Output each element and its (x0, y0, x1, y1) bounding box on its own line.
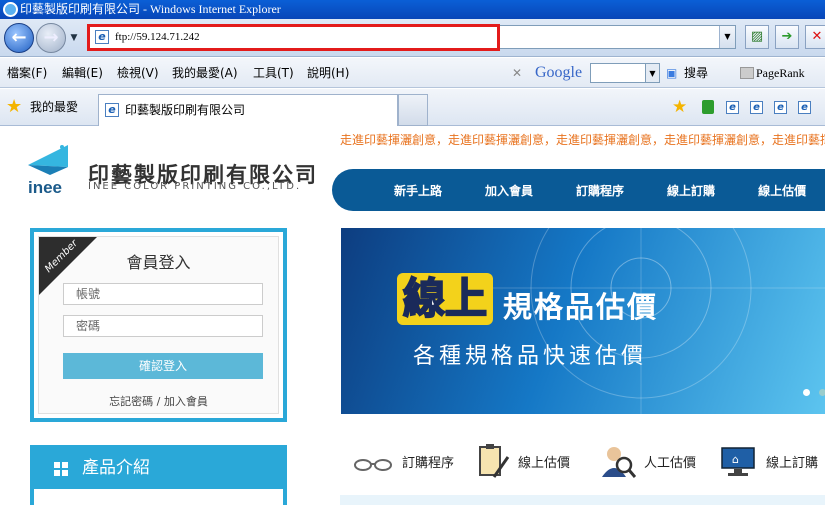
ie-logo-icon (3, 2, 18, 17)
nav-join-member[interactable]: 加入會員 (485, 182, 533, 199)
google-search-icon: ▣ (666, 66, 678, 80)
quicklink-manual-quote-label: 人工估價 (644, 455, 697, 471)
forgot-register-link[interactable]: 忘記密碼 / 加入會員 (39, 393, 278, 409)
login-title: 會員登入 (126, 253, 191, 272)
compatibility-view-icon[interactable]: ▨ (745, 25, 769, 49)
tab-favicon-icon: e (105, 103, 119, 117)
clipboard-icon (479, 444, 510, 478)
quick-link-4-icon[interactable]: e (798, 101, 811, 114)
quick-link-3-icon[interactable]: e (774, 101, 787, 114)
nav-getting-started[interactable]: 新手上路 (394, 182, 442, 199)
monitor-cart-icon: ⌂ (721, 447, 755, 476)
address-highlight (87, 24, 500, 51)
back-button[interactable]: ← (4, 23, 34, 53)
menu-bar: 檔案(F) 編輯(E) 檢視(V) 我的最愛(A) 工具(T) 說明(H) ✕ … (0, 58, 825, 88)
nav-order-process[interactable]: 訂購程序 (576, 182, 624, 199)
quicklink-online-quote-label: 線上估價 (518, 455, 571, 471)
stop-button[interactable]: ✕ (805, 25, 825, 49)
menu-file[interactable]: 檔案(F) (7, 58, 47, 88)
quicklink-online-order[interactable]: ⌂ 線上訂購 (718, 443, 818, 479)
favorites-button[interactable]: 我的最愛 (30, 99, 78, 115)
marquee-ticker: 走進印藝揮灑創意，走進印藝揮灑創意，走進印藝揮灑創意，走進印藝揮灑創意，走進印藝… (340, 133, 825, 147)
products-panel: 產品介紹 (30, 445, 287, 505)
banner-highlight: 線上 (397, 273, 494, 325)
pagerank-label[interactable]: PageRank (756, 58, 805, 88)
member-login-box: Member 會員登入 帳號 密碼 確認登入 忘記密碼 / 加入會員 (30, 228, 287, 422)
main-nav: 新手上路 加入會員 訂購程序 線上訂購 線上估價 (332, 169, 825, 211)
quicklink-online-order-label: 線上訂購 (766, 455, 819, 471)
web-page: 走進印藝揮灑創意，走進印藝揮灑創意，走進印藝揮灑創意，走進印藝揮灑創意，走進印藝… (0, 127, 825, 505)
google-search-button[interactable]: 搜尋 (684, 58, 708, 88)
logo-word: inee (28, 178, 62, 195)
google-dropdown-icon[interactable]: ▼ (645, 63, 660, 83)
banner-headline: 規格品估價 (503, 290, 659, 324)
login-button[interactable]: 確認登入 (63, 353, 263, 379)
menu-view[interactable]: 檢視(V) (117, 58, 159, 88)
quick-link-1-icon[interactable]: e (726, 101, 739, 114)
favorites-star-icon[interactable]: ★ (6, 97, 22, 117)
feed-icon[interactable] (702, 100, 714, 114)
quicklink-order-process-label: 訂購程序 (402, 455, 455, 471)
forward-button[interactable]: → (36, 23, 66, 53)
tab-title: 印藝製版印刷有限公司 (125, 103, 246, 117)
browser-tab[interactable]: e 印藝製版印刷有限公司 (98, 94, 398, 126)
close-toolbar-icon[interactable]: ✕ (512, 58, 522, 88)
google-logo: Google (535, 64, 583, 81)
menu-favorites[interactable]: 我的最愛(A) (172, 58, 238, 88)
favorites-bar: ★ 我的最愛 e 印藝製版印刷有限公司 ★ e e e e (0, 89, 825, 126)
products-title[interactable]: 產品介紹 (34, 449, 283, 487)
inee-logo-icon: inee (28, 145, 68, 195)
pagerank-bar-icon (740, 67, 754, 79)
products-body (34, 489, 283, 505)
carousel-dot-2[interactable] (819, 389, 825, 396)
nav-online-quote[interactable]: 線上估價 (758, 182, 806, 199)
glasses-icon (354, 459, 392, 471)
menu-tools[interactable]: 工具(T) (253, 58, 294, 88)
menu-help[interactable]: 說明(H) (307, 58, 349, 88)
window-title: 印藝製版印刷有限公司 - Windows Internet Explorer (20, 2, 281, 16)
window-title-bar: 印藝製版印刷有限公司 - Windows Internet Explorer (0, 0, 825, 19)
promo-banner[interactable]: 線上 規格品估價 各種規格品快速估價 (341, 228, 825, 414)
quick-link-2-icon[interactable]: e (750, 101, 763, 114)
person-search-icon (602, 447, 636, 478)
quicklink-order-process[interactable]: 訂購程序 (344, 443, 454, 479)
add-favorite-icon[interactable]: ★ (672, 97, 687, 117)
menu-edit[interactable]: 編輯(E) (62, 58, 103, 88)
quicklink-manual-quote[interactable]: 人工估價 (600, 443, 696, 479)
quicklink-online-quote[interactable]: 線上估價 (474, 443, 570, 479)
banner-subline: 各種規格品快速估價 (413, 344, 648, 369)
nav-online-order[interactable]: 線上訂購 (667, 182, 715, 199)
svg-text:⌂: ⌂ (732, 453, 739, 466)
content-strip (340, 495, 825, 505)
history-dropdown-icon[interactable]: ▼ (68, 32, 80, 44)
carousel-dot-1[interactable] (803, 389, 810, 396)
account-field[interactable]: 帳號 (63, 283, 263, 305)
password-field[interactable]: 密碼 (63, 315, 263, 337)
new-tab-button[interactable] (398, 94, 428, 126)
company-name-en: INEE COLOR PRINTING CO.,LTD. (88, 181, 302, 192)
go-button[interactable]: ➔ (775, 25, 799, 49)
address-dropdown-icon[interactable]: ▼ (719, 26, 735, 48)
